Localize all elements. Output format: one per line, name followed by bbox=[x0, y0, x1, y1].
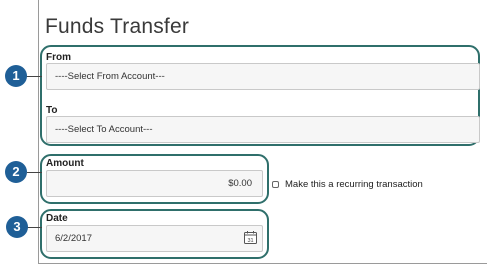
recurring-label: Make this a recurring transaction bbox=[285, 178, 423, 190]
amount-input[interactable]: $0.00 bbox=[46, 170, 263, 197]
to-label: To bbox=[46, 105, 58, 116]
recurring-transaction-option[interactable]: Make this a recurring transaction bbox=[272, 178, 423, 190]
callout-3-leader bbox=[27, 227, 42, 228]
to-account-select[interactable]: ----Select To Account--- bbox=[46, 116, 480, 143]
calendar-icon-day: 31 bbox=[247, 238, 253, 244]
callout-marker-1: 1 bbox=[5, 65, 27, 87]
from-account-select[interactable]: ----Select From Account--- bbox=[46, 63, 480, 90]
recurring-checkbox[interactable] bbox=[272, 180, 279, 188]
callout-1-leader bbox=[26, 76, 42, 77]
page-title: Funds Transfer bbox=[45, 15, 190, 38]
date-label: Date bbox=[46, 213, 68, 224]
callout-marker-3: 3 bbox=[6, 216, 28, 238]
date-input[interactable]: 6/2/2017 bbox=[46, 225, 263, 252]
callout-2-leader bbox=[27, 172, 42, 173]
amount-label: Amount bbox=[46, 158, 84, 169]
from-label: From bbox=[46, 52, 71, 63]
callout-marker-2: 2 bbox=[5, 161, 27, 183]
calendar-icon[interactable]: 31 bbox=[244, 231, 257, 244]
